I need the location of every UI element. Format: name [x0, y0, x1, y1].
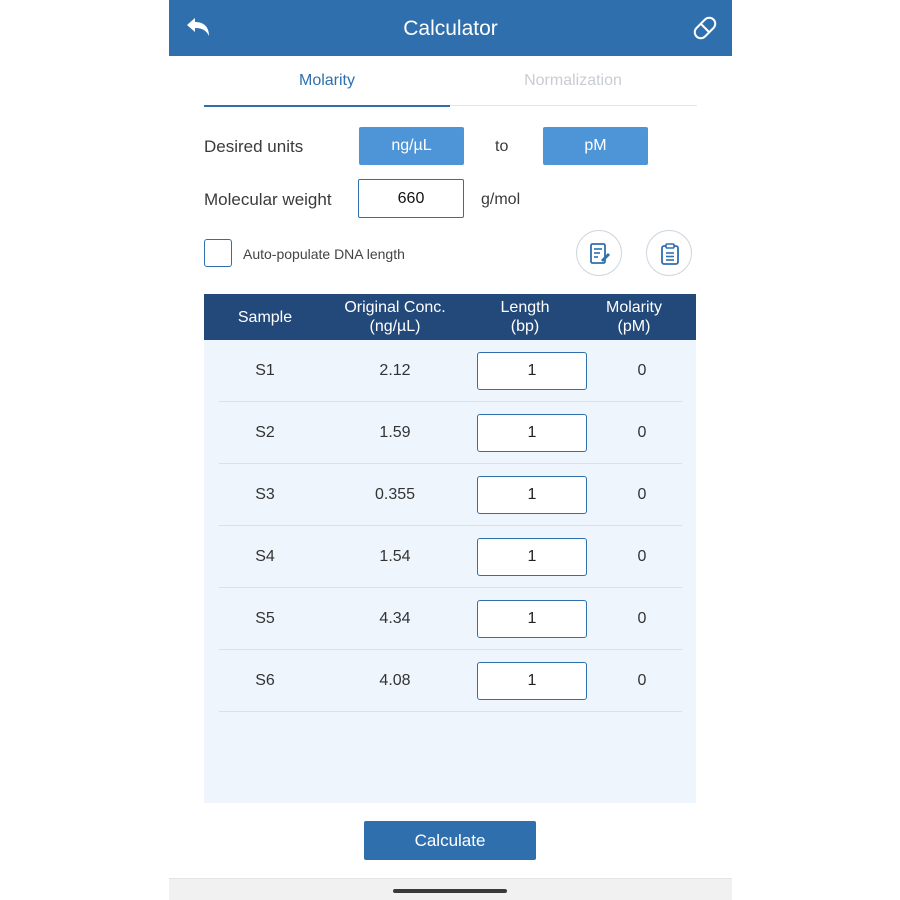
- page-title: Calculator: [403, 17, 498, 40]
- cell-molarity: 0: [637, 362, 647, 379]
- header-molarity-unit: (pM): [617, 318, 651, 335]
- header-molarity: Molarity (pM): [586, 294, 682, 340]
- cell-sample: S3: [255, 486, 275, 503]
- cell-sample: S5: [255, 610, 275, 627]
- table-row: S3 0.355 1 0: [219, 464, 682, 526]
- cell-sample: S1: [255, 362, 275, 379]
- cell-conc: 0.355: [374, 486, 416, 503]
- tab-molarity[interactable]: Molarity: [204, 72, 450, 90]
- cell-conc: 1.59: [379, 424, 411, 441]
- cell-sample: S4: [255, 548, 275, 565]
- samples-table: Sample Original Conc. (ng/µL) Length (bp…: [204, 294, 696, 803]
- app-bar: Calculator: [169, 0, 732, 56]
- active-tab-indicator: [204, 105, 450, 107]
- header-length-unit: (bp): [510, 318, 540, 335]
- length-input[interactable]: 1: [477, 600, 587, 638]
- cell-conc: 4.08: [379, 672, 411, 689]
- length-input[interactable]: 1: [477, 414, 587, 452]
- cell-molarity: 0: [637, 424, 647, 441]
- cell-molarity: 0: [637, 486, 647, 503]
- molecular-weight-unit: g/mol: [481, 191, 521, 208]
- desired-units-label: Desired units: [204, 137, 304, 156]
- phone-screen: Calculator Molarity Normalization Desire…: [169, 0, 732, 900]
- length-input[interactable]: 1: [477, 352, 587, 390]
- auto-populate-checkbox[interactable]: [204, 239, 232, 267]
- header-length-label: Length: [500, 299, 550, 316]
- units-connector-label: to: [495, 138, 509, 155]
- auto-populate-label: Auto-populate DNA length: [243, 246, 405, 262]
- cell-sample: S2: [255, 424, 275, 441]
- cell-molarity: 0: [637, 610, 647, 627]
- molecular-weight-label: Molecular weight: [204, 190, 332, 209]
- table-row: S4 1.54 1 0: [219, 526, 682, 588]
- header-original-conc: Original Conc. (ng/µL): [326, 294, 464, 340]
- length-input[interactable]: 1: [477, 476, 587, 514]
- length-input[interactable]: 1: [477, 662, 587, 700]
- cell-molarity: 0: [637, 548, 647, 565]
- home-indicator[interactable]: [393, 889, 507, 893]
- system-nav-bar: [169, 878, 732, 900]
- tab-bar: Molarity Normalization: [204, 64, 697, 107]
- table-row: S2 1.59 1 0: [219, 402, 682, 464]
- molecular-weight-input[interactable]: 660: [358, 179, 464, 218]
- table-row: S5 4.34 1 0: [219, 588, 682, 650]
- to-unit-button[interactable]: pM: [543, 127, 648, 165]
- header-conc-unit: (ng/µL): [369, 318, 421, 335]
- header-molarity-label: Molarity: [605, 299, 662, 316]
- header-length: Length (bp): [464, 294, 586, 340]
- header-sample-label: Sample: [237, 308, 293, 326]
- cell-conc: 2.12: [379, 362, 411, 379]
- clipboard-icon: [661, 243, 679, 265]
- cell-conc: 1.54: [379, 548, 411, 565]
- pill-icon[interactable]: [692, 15, 718, 41]
- header-sample: Sample: [204, 294, 326, 340]
- tab-normalization[interactable]: Normalization: [450, 72, 696, 90]
- header-conc-label: Original Conc.: [344, 299, 446, 316]
- table-row: S6 4.08 1 0: [219, 650, 682, 712]
- edit-list-icon: [590, 243, 610, 264]
- edit-list-button[interactable]: [576, 230, 622, 276]
- from-unit-button[interactable]: ng/µL: [359, 127, 464, 165]
- calculate-button[interactable]: Calculate: [364, 821, 536, 860]
- cell-molarity: 0: [637, 672, 647, 689]
- clipboard-button[interactable]: [646, 230, 692, 276]
- cell-sample: S6: [255, 672, 275, 689]
- length-input[interactable]: 1: [477, 538, 587, 576]
- table-row: S1 2.12 1 0: [219, 340, 682, 402]
- cell-conc: 4.34: [379, 610, 411, 627]
- table-header: Sample Original Conc. (ng/µL) Length (bp…: [204, 294, 696, 340]
